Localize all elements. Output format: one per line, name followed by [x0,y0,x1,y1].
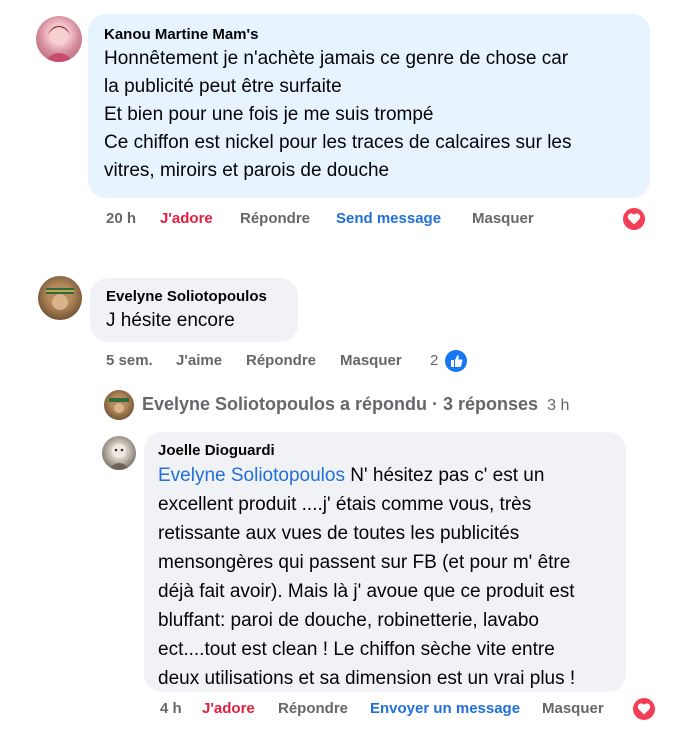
comment-line: J hésite encore [106,310,235,331]
mention-link[interactable]: Evelyne Soliotopoulos [158,465,345,486]
reply-line: deux utilisations et sa dimension est un… [158,668,576,689]
comment-author[interactable]: Kanou Martine Mam's [104,26,634,43]
profile-photo-icon [109,398,129,413]
reply-line: déjà fait avoir). Mais là j' avoue que c… [158,581,575,602]
reply-button[interactable]: Répondre [246,352,316,369]
reply-line: Evelyne Soliotopoulos N' hésitez pas c' … [158,461,612,490]
comment-text: Honnêtement je n'achète jamais ce genre … [104,45,634,185]
comment-text: J hésite encore [106,307,282,335]
reply-line: ect....tout est clean ! Le chiffon sèche… [158,639,555,660]
avatar-joelle[interactable] [102,436,136,470]
replies-summary-text: Evelyne Soliotopoulos a répondu · 3 répo… [142,394,539,414]
reply-button[interactable]: Répondre [278,700,348,717]
comment-line: la publicité peut être surfaite [104,76,342,97]
comment-bubble-evelyne: Evelyne Soliotopoulos J hésite encore [90,278,298,342]
comment-timestamp[interactable]: 5 sem. [106,352,153,369]
like-button[interactable]: J'aime [176,352,222,369]
reply-text: Evelyne Soliotopoulos N' hésitez pas c' … [158,461,612,693]
hide-button[interactable]: Masquer [472,210,534,227]
comment-actions: 5 sem. J'aime Répondre Masquer 2 [106,352,446,372]
reply-line-rest: N' hésitez pas c' est un [344,465,545,486]
reaction-count[interactable]: 2 [430,352,438,369]
send-message-button[interactable]: Send message [336,210,441,227]
avatar-evelyne-small[interactable] [104,390,134,420]
reply-author[interactable]: Joelle Dioguardi [158,442,612,459]
love-reaction-button[interactable]: J'adore [160,210,213,227]
reply-line: excellent produit ....j' étais comme vou… [158,494,532,515]
reply-line: retissante aux vues de toutes les public… [158,523,520,544]
comment-author[interactable]: Evelyne Soliotopoulos [106,288,282,305]
send-message-button[interactable]: Envoyer un message [370,700,520,717]
hide-button[interactable]: Masquer [542,700,604,717]
reply-line: mensongères qui passent sur FB (et pour … [158,552,571,573]
profile-photo-icon [46,288,74,310]
avatar-kanou[interactable] [36,16,82,62]
reply-timestamp[interactable]: 4 h [160,700,182,717]
reply-line: bluffant: paroi de douche, robinetterie,… [158,610,539,631]
replies-summary-time: 3 h [547,397,570,414]
reply-button[interactable]: Répondre [240,210,310,227]
profile-photo-icon [108,444,130,470]
like-reaction-icon[interactable] [443,348,469,374]
reply-bubble-joelle: Joelle Dioguardi Evelyne Soliotopoulos N… [144,432,626,692]
comment-actions: 20 h J'adore Répondre Send message Masqu… [106,210,534,230]
comment-line: Honnêtement je n'achète jamais ce genre … [104,48,569,69]
comment-line: vitres, miroirs et parois de douche [104,160,390,181]
view-replies-link[interactable]: Evelyne Soliotopoulos a répondu · 3 répo… [142,394,569,415]
profile-photo-icon [44,26,74,62]
avatar-evelyne[interactable] [38,276,82,320]
love-reaction-button[interactable]: J'adore [202,700,255,717]
comment-line: Ce chiffon est nickel pour les traces de… [104,132,572,153]
comment-timestamp[interactable]: 20 h [106,210,136,227]
heart-reaction-icon[interactable] [621,206,647,232]
hide-button[interactable]: Masquer [340,352,402,369]
comment-line: Et bien pour une fois je me suis trompé [104,104,434,125]
comment-bubble-kanou: Kanou Martine Mam's Honnêtement je n'ach… [88,14,650,198]
heart-reaction-icon[interactable] [631,696,657,722]
reply-actions: 4 h J'adore Répondre Envoyer un message … [160,700,620,720]
